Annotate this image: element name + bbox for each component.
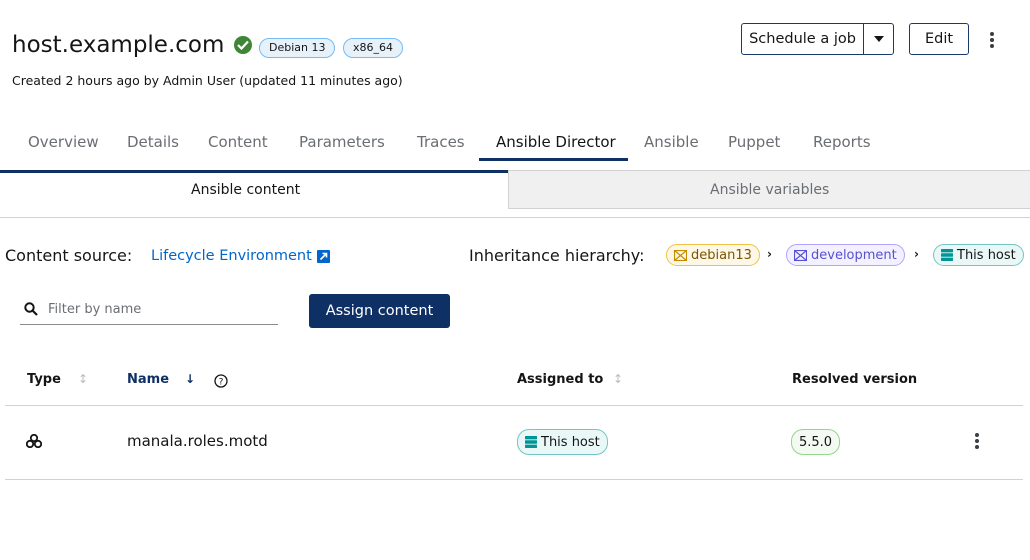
edit-label: Edit [924, 31, 954, 47]
chip-this-host-label: This host [957, 247, 1016, 263]
sort-icon[interactable]: ↕ [613, 372, 623, 386]
tab-parameters[interactable]: Parameters [299, 133, 385, 157]
assign-content-label: Assign content [325, 303, 434, 319]
filter-field[interactable] [20, 294, 278, 325]
roles-icon [25, 433, 43, 452]
host-group-icon [674, 249, 687, 261]
chip-development[interactable]: development [786, 244, 905, 266]
chip-this-host[interactable]: This host [933, 244, 1024, 266]
table-row-divider [5, 479, 1023, 480]
column-header-type[interactable]: Type [27, 372, 61, 387]
subtab-ansible-content[interactable]: Ansible content [0, 170, 508, 218]
sort-down-icon[interactable]: ↓ [185, 372, 195, 386]
created-info: Created 2 hours ago by Admin User (updat… [12, 73, 403, 88]
arch-badge: x86_64 [343, 38, 404, 58]
external-link-icon [316, 249, 330, 263]
help-icon[interactable]: ? [214, 373, 228, 392]
content-source-label: Content source: [5, 246, 133, 265]
os-badge: Debian 13 [259, 38, 336, 58]
row-assigned-to-chip[interactable]: This host [517, 429, 608, 455]
subtab-ansible-content-label: Ansible content [191, 182, 301, 198]
column-header-resolved-version: Resolved version [792, 372, 918, 387]
subtab-divider [0, 217, 1030, 218]
chevron-right-icon: › [914, 247, 919, 261]
lifecycle-icon [794, 249, 807, 261]
server-icon [525, 436, 537, 448]
host-title: host.example.com [12, 32, 253, 58]
tab-ansible-director[interactable]: Ansible Director [496, 133, 616, 157]
assign-content-button[interactable]: Assign content [309, 294, 450, 328]
search-icon [24, 302, 38, 316]
row-assigned-to-label: This host [541, 434, 600, 450]
chip-development-label: development [811, 247, 897, 263]
table-header-divider [5, 405, 1023, 406]
tab-details[interactable]: Details [127, 133, 179, 157]
chip-debian13[interactable]: debian13 [666, 244, 760, 266]
edit-button[interactable]: Edit [909, 23, 969, 55]
inheritance-hierarchy-label: Inheritance hierarchy: [469, 246, 645, 265]
tab-traces[interactable]: Traces [417, 133, 465, 157]
tab-puppet[interactable]: Puppet [728, 133, 780, 157]
tab-ansible[interactable]: Ansible [644, 133, 699, 157]
row-version-label: 5.5.0 [799, 434, 833, 450]
schedule-job-toggle[interactable] [863, 23, 894, 55]
row-name: manala.roles.motd [127, 432, 268, 450]
active-tab-indicator [479, 158, 628, 161]
subtab-ansible-variables[interactable]: Ansible variables [508, 170, 1030, 209]
row-version-chip: 5.5.0 [791, 429, 841, 455]
tab-reports[interactable]: Reports [813, 133, 871, 157]
caret-down-icon [873, 36, 884, 42]
schedule-job-label: Schedule a job [749, 31, 856, 47]
tab-overview[interactable]: Overview [28, 133, 99, 157]
server-icon [941, 249, 953, 261]
check-circle-icon [234, 36, 253, 54]
header-kebab-icon[interactable] [990, 32, 994, 50]
column-header-assigned-to[interactable]: Assigned to [517, 372, 603, 387]
lifecycle-environment-text: Lifecycle Environment [151, 248, 312, 264]
lifecycle-environment-link[interactable]: Lifecycle Environment [151, 248, 330, 264]
subtab-ansible-variables-label: Ansible variables [710, 182, 830, 198]
schedule-job-button[interactable]: Schedule a job [741, 23, 864, 55]
host-name: host.example.com [12, 32, 225, 58]
chip-debian13-label: debian13 [691, 247, 752, 263]
svg-text:?: ? [219, 378, 224, 388]
row-kebab-icon[interactable] [975, 433, 979, 451]
chevron-right-icon: › [767, 247, 772, 261]
tab-content[interactable]: Content [208, 133, 268, 157]
sort-icon[interactable]: ↕ [78, 372, 88, 386]
filter-input[interactable] [46, 300, 270, 318]
column-header-name[interactable]: Name [127, 372, 169, 387]
